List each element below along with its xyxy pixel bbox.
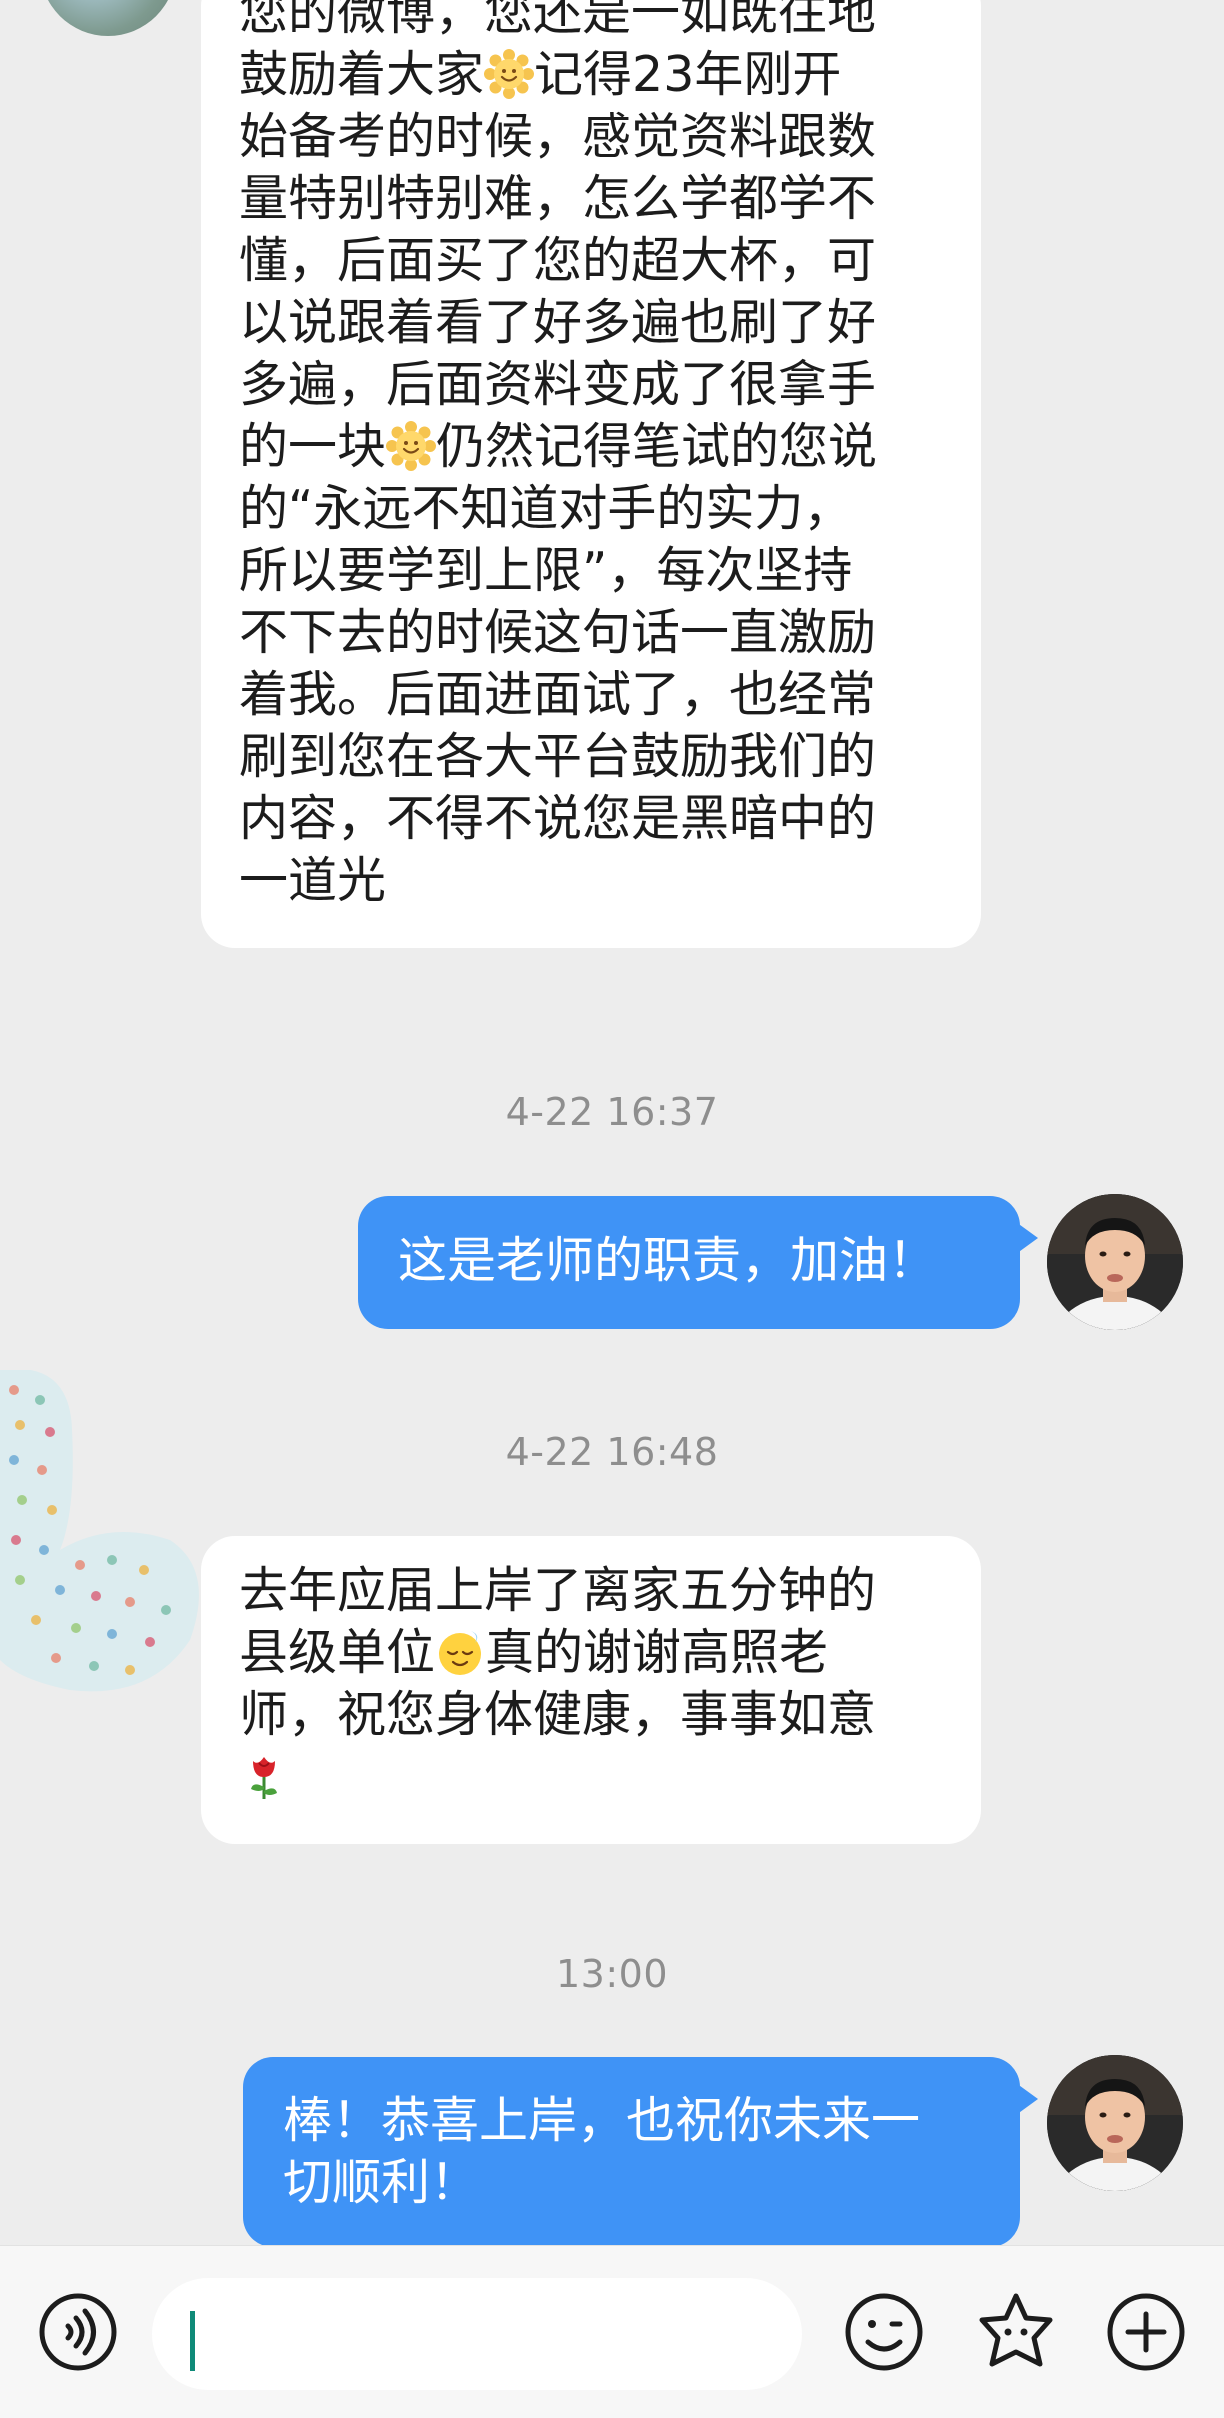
message-line: 以说跟着看了好多遍也刷了好: [239, 292, 941, 354]
message-line: 的“永远不知道对手的实力，: [239, 478, 941, 540]
message-line: 量特别特别难，怎么学都学不: [239, 168, 941, 230]
sticker-icon[interactable]: [974, 2290, 1058, 2374]
message-text: 师，祝您身体健康，事事如意: [239, 1686, 877, 1743]
user-avatar-photo: [1047, 2055, 1183, 2191]
message-text: 仍然记得笔试的您说: [436, 418, 878, 475]
input-bar: [0, 2245, 1224, 2418]
add-icon[interactable]: [1104, 2290, 1188, 2374]
message-line: 懂，后面买了您的超大杯，可: [239, 230, 941, 292]
dotted-sticker[interactable]: [0, 1370, 200, 1700]
message-text: 记得23年刚开: [534, 46, 842, 103]
message-timestamp: 13:00: [555, 1952, 668, 1996]
message-text: 多遍，后面资料变成了很拿手: [239, 356, 877, 413]
message-line: 棒！恭喜上岸，也祝你未来一: [283, 2090, 980, 2152]
message-input[interactable]: [152, 2278, 802, 2390]
message-text: 所以要学到上限”，每次坚持: [239, 542, 853, 599]
message-timestamp: 4-22 16:37: [505, 1090, 719, 1134]
message-text: 的“永远不知道对手的实力，: [239, 480, 853, 537]
message-text: 刷到您在各大平台鼓励我们的: [239, 728, 877, 785]
message-line: 不下去的时候这句话一直激励: [239, 602, 941, 664]
user-avatar[interactable]: [1047, 2055, 1183, 2191]
message-line: 着我。后面进面试了，也经常: [239, 664, 941, 726]
contact-avatar[interactable]: [40, 0, 176, 36]
message-line: 您的微博，您还是一如既往地: [239, 0, 941, 44]
voice-icon[interactable]: [36, 2290, 120, 2374]
message-bubble-incoming[interactable]: 去年应届上岸了离家五分钟的 县级单位 真的谢谢高照老 师，祝您身体健康，事事如意: [201, 1536, 981, 1844]
message-text: 内容，不得不说您是黑暗中的: [239, 790, 877, 847]
message-line: 这是老师的职责，加油！: [398, 1230, 980, 1292]
message-line: 多遍，后面资料变成了很拿手: [239, 354, 941, 416]
message-line: 内容，不得不说您是黑暗中的: [239, 788, 941, 850]
chat-area[interactable]: 您的微博，您还是一如既往地 鼓励着大家 记得23年刚开 始备考的时候，感觉资料跟数 量特…: [0, 0, 1224, 2245]
message-text: 切顺利！: [283, 2154, 480, 2211]
smiling-face-emoji: [386, 421, 437, 471]
message-text: 去年应届上岸了离家五分钟的: [239, 1562, 877, 1619]
message-text: 您的微博，您还是一如既往地: [239, 0, 877, 41]
message-text: 真的谢谢高照老: [485, 1624, 829, 1681]
message-text: 始备考的时候，感觉资料跟数: [239, 108, 877, 165]
message-line: 县级单位 真的谢谢高照老: [239, 1622, 941, 1684]
text-caret: [190, 2311, 195, 2371]
message-line: [239, 1746, 941, 1808]
message-text: 不下去的时候这句话一直激励: [239, 604, 877, 661]
emoji-face-icon[interactable]: [842, 2290, 926, 2374]
user-avatar[interactable]: [1047, 1194, 1183, 1330]
message-text: 鼓励着大家: [239, 46, 485, 103]
message-line: 一道光: [239, 850, 941, 912]
message-bubble-incoming[interactable]: 您的微博，您还是一如既往地 鼓励着大家 记得23年刚开 始备考的时候，感觉资料跟数 量特…: [201, 0, 981, 948]
message-text: 一道光: [239, 852, 387, 909]
message-line: 师，祝您身体健康，事事如意: [239, 1684, 941, 1746]
message-text: 着我。后面进面试了，也经常: [239, 666, 877, 723]
message-bubble-outgoing[interactable]: 这是老师的职责，加油！: [358, 1196, 1038, 1329]
message-text: 以说跟着看了好多遍也刷了好: [239, 294, 877, 351]
message-line: 的一块 仍然记得笔试的您说: [239, 416, 941, 478]
rose-emoji: [239, 1751, 289, 1801]
user-avatar-photo: [1047, 1194, 1183, 1330]
message-line: 始备考的时候，感觉资料跟数: [239, 106, 941, 168]
message-line: 去年应届上岸了离家五分钟的: [239, 1560, 941, 1622]
relieved-face-emoji: [435, 1627, 485, 1677]
message-line: 所以要学到上限”，每次坚持: [239, 540, 941, 602]
smiling-face-emoji: [484, 49, 535, 99]
message-timestamp: 4-22 16:48: [505, 1430, 719, 1474]
message-text: 县级单位: [239, 1624, 436, 1681]
message-text: 这是老师的职责，加油！: [398, 1232, 938, 1289]
message-line: 鼓励着大家 记得23年刚开: [239, 44, 941, 106]
message-text: 的一块: [239, 418, 387, 475]
message-line: 切顺利！: [283, 2152, 980, 2214]
message-bubble-outgoing[interactable]: 棒！恭喜上岸，也祝你未来一 切顺利！: [243, 2057, 1038, 2245]
message-text: 棒！恭喜上岸，也祝你未来一: [283, 2092, 921, 2149]
message-text: 量特别特别难，怎么学都学不: [239, 170, 877, 227]
message-line: 刷到您在各大平台鼓励我们的: [239, 726, 941, 788]
message-text: 懂，后面买了您的超大杯，可: [239, 232, 877, 289]
